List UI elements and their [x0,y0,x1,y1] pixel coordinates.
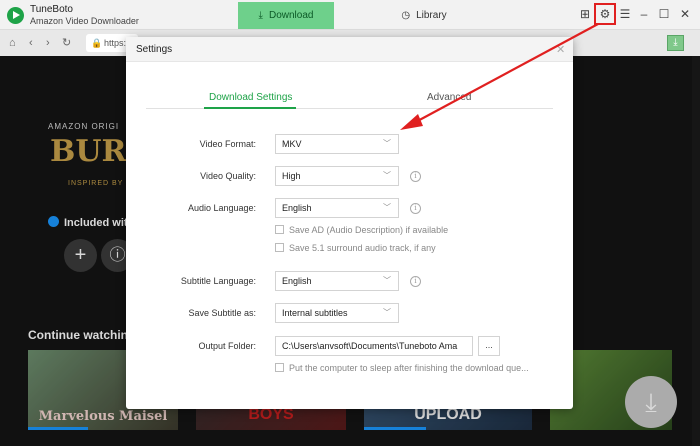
audio-language-label: Audio Language: [187,203,256,213]
tab-library[interactable]: ◷ Library [376,2,472,29]
save-ad-label: Save AD (Audio Description) if available [289,225,449,235]
gear-icon[interactable]: ⚙ [598,7,612,21]
chevron-down-icon: ﹀ [383,203,391,212]
sleep-checkbox[interactable]: Put the computer to sleep after finishin… [275,363,529,373]
save-51-checkbox[interactable]: Save 5.1 surround audio track, if any [275,243,436,253]
chevron-down-icon: ﹀ [383,308,391,317]
minimize-icon[interactable]: – [637,7,651,21]
sleep-label: Put the computer to sleep after finishin… [289,363,529,373]
title-bar: TuneBoto Amazon Video Downloader ⤓ Downl… [0,0,700,30]
tab-download-label: Download [268,10,314,21]
forward-icon[interactable]: › [46,36,50,50]
settings-dialog: Settings ✕ Download Settings Advanced Vi… [126,37,573,409]
checkbox[interactable] [275,225,284,234]
output-folder-label: Output Folder: [198,341,256,351]
chevron-down-icon: ﹀ [383,139,391,148]
chevron-down-icon: ﹀ [383,171,391,180]
tab-library-label: Library [416,10,447,21]
subtitle-language-select[interactable]: English ﹀ [275,271,399,291]
save-subtitle-label: Save Subtitle as: [188,308,256,318]
add-download-icon[interactable]: ⤓ [667,35,684,51]
menu-icon[interactable]: ☰ [618,7,632,21]
video-quality-select[interactable]: High ﹀ [275,166,399,186]
tab-download[interactable]: ⤓ Download [238,2,334,29]
home-icon[interactable]: ⌂ [9,36,16,50]
maximize-icon[interactable]: ☐ [657,7,671,21]
save-ad-checkbox[interactable]: Save AD (Audio Description) if available [275,225,448,235]
video-format-value: MKV [282,139,302,149]
lock-icon: 🔒 [91,38,103,48]
download-icon: ⤓ [258,10,263,21]
app-subtitle: Amazon Video Downloader [30,16,139,26]
info-icon[interactable]: i [410,276,421,287]
close-icon[interactable]: ✕ [556,43,565,56]
video-format-select[interactable]: MKV ﹀ [275,134,399,154]
output-folder-field[interactable]: C:\Users\anvsoft\Documents\Tuneboto Ama [275,336,473,356]
url-text: https: [104,38,127,48]
dialog-title: Settings [136,44,173,55]
audio-language-value: English [282,203,312,213]
video-quality-label: Video Quality: [200,171,256,181]
audio-language-select[interactable]: English ﹀ [275,198,399,218]
browse-folder-button[interactable]: ... [478,336,500,356]
back-icon[interactable]: ‹ [29,36,33,50]
subtitle-language-label: Subtitle Language: [180,276,256,286]
dialog-header: Settings ✕ [126,37,573,62]
app-name: TuneBoto [30,4,73,15]
save-subtitle-select[interactable]: Internal subtitles ﹀ [275,303,399,323]
info-icon[interactable]: i [410,203,421,214]
video-format-label: Video Format: [199,139,256,149]
info-icon[interactable]: i [410,171,421,182]
active-tab-underline [204,107,296,109]
save-51-label: Save 5.1 surround audio track, if any [289,243,436,253]
tab-advanced[interactable]: Advanced [427,92,471,103]
save-subtitle-value: Internal subtitles [282,308,348,318]
video-quality-value: High [282,171,301,181]
checkbox[interactable] [275,363,284,372]
chevron-down-icon: ﹀ [383,276,391,285]
checkbox[interactable] [275,243,284,252]
refresh-icon[interactable]: ↻ [62,36,71,50]
subtitle-language-value: English [282,276,312,286]
clock-icon: ◷ [401,10,411,21]
app-logo-icon [7,7,24,24]
close-icon[interactable]: ✕ [678,7,692,21]
grid-icon[interactable]: ⊞ [578,7,592,21]
tab-download-settings[interactable]: Download Settings [209,92,292,103]
